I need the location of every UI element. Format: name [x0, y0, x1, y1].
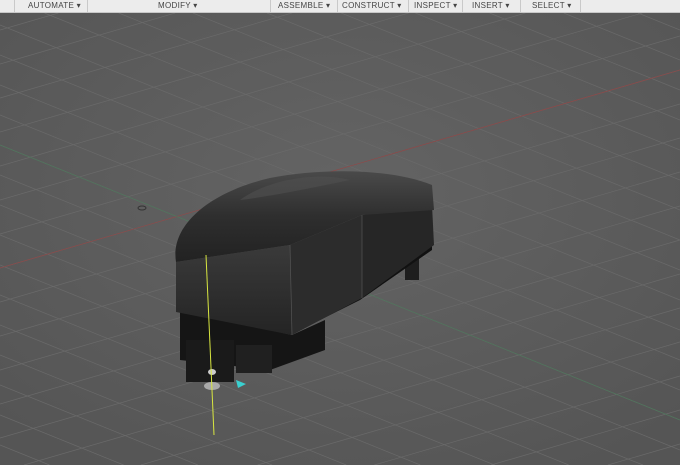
toolbar: AUTOMATE ▾ MODIFY ▾ ASSEMBLE ▾ CONSTRUCT…	[0, 0, 680, 13]
menu-modify[interactable]: MODIFY ▾	[158, 1, 198, 11]
separator	[408, 0, 409, 12]
menu-inspect[interactable]: INSPECT ▾	[414, 1, 457, 11]
separator	[462, 0, 463, 12]
separator	[270, 0, 271, 12]
3d-viewport[interactable]	[0, 13, 680, 465]
canvas[interactable]	[0, 13, 680, 465]
menu-select[interactable]: SELECT ▾	[532, 1, 572, 11]
separator	[337, 0, 338, 12]
separator	[14, 0, 15, 12]
separator	[520, 0, 521, 12]
menu-construct[interactable]: CONSTRUCT ▾	[342, 1, 402, 11]
separator	[87, 0, 88, 12]
menu-assemble[interactable]: ASSEMBLE ▾	[278, 1, 330, 11]
menu-insert[interactable]: INSERT ▾	[472, 1, 510, 11]
separator	[580, 0, 581, 12]
app-window: AUTOMATE ▾ MODIFY ▾ ASSEMBLE ▾ CONSTRUCT…	[0, 0, 680, 465]
menu-automate[interactable]: AUTOMATE ▾	[28, 1, 81, 11]
